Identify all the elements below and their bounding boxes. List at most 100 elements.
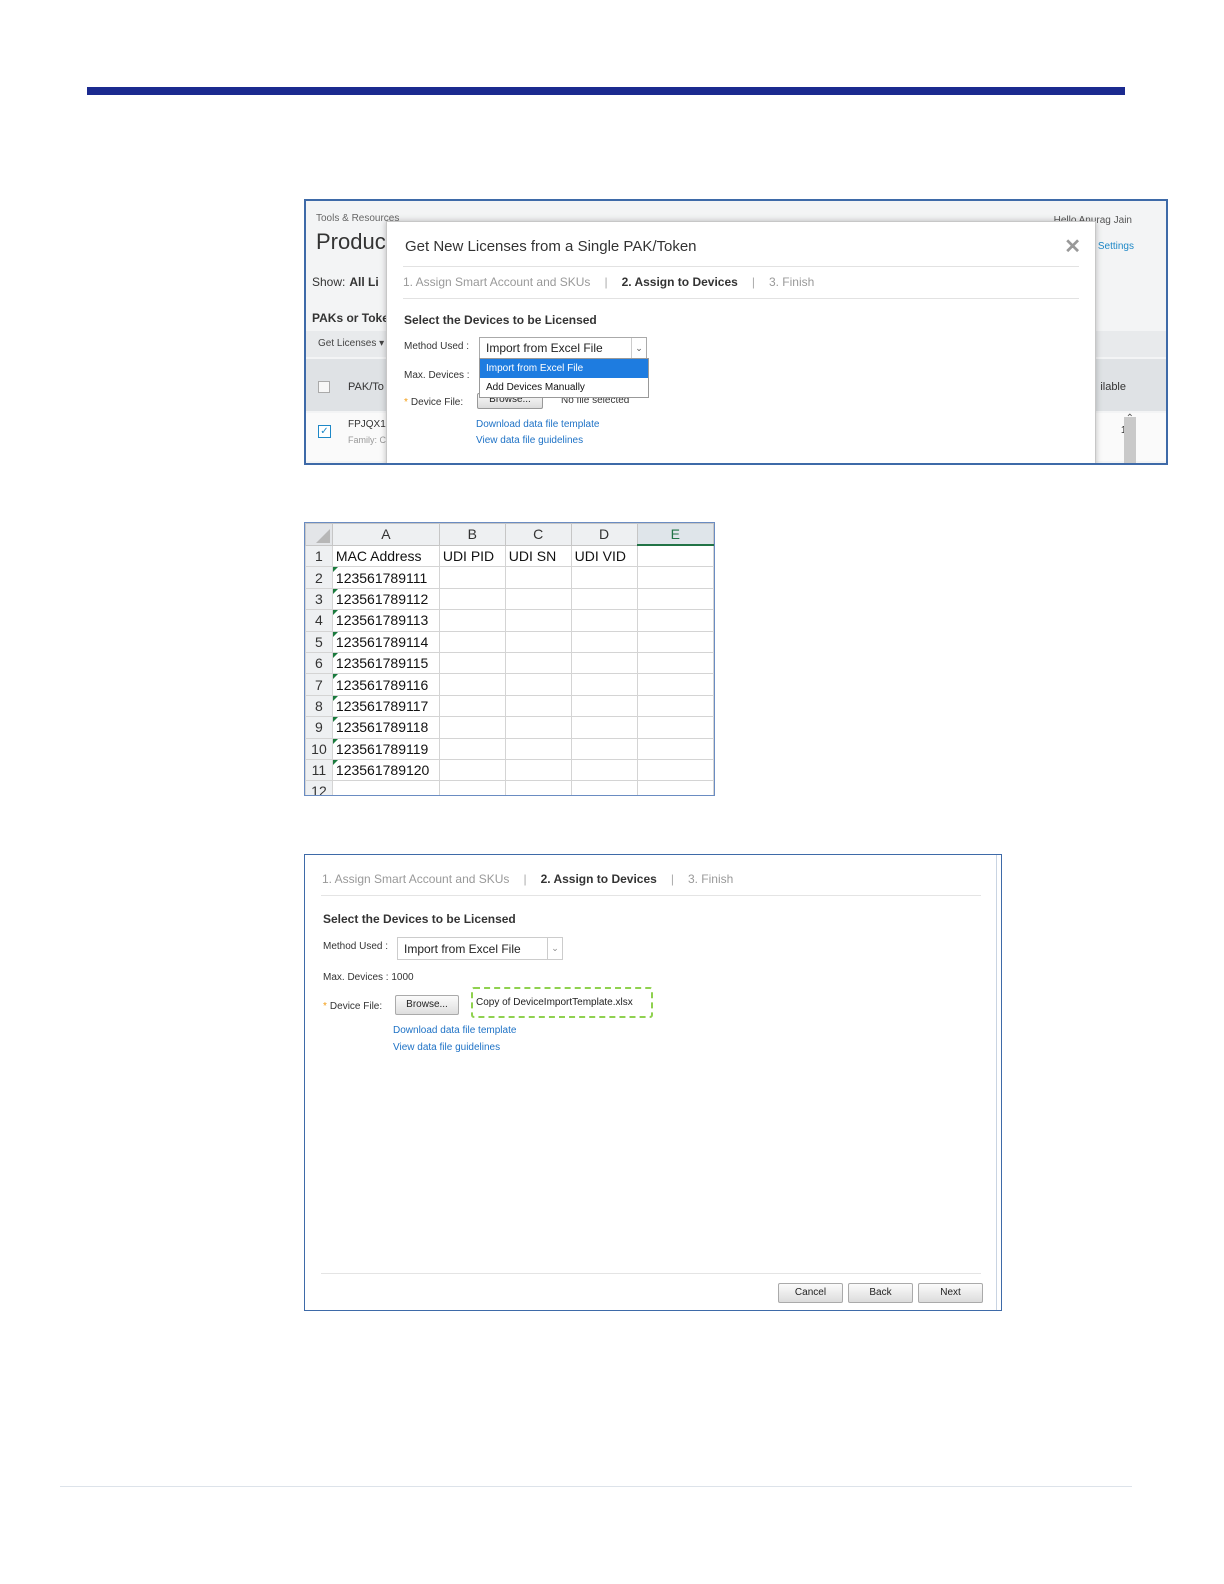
cell[interactable] <box>570 566 638 589</box>
view-guidelines-link[interactable]: View data file guidelines <box>393 1042 500 1053</box>
cell[interactable] <box>438 630 506 653</box>
row-number[interactable]: 12 <box>305 780 333 795</box>
select-all-corner[interactable] <box>305 523 333 546</box>
chevron-down-icon[interactable]: ⌄ <box>631 338 646 358</box>
cell[interactable] <box>438 673 506 696</box>
row-number[interactable]: 4 <box>305 609 333 632</box>
column-header-a[interactable]: A <box>331 523 440 546</box>
cell[interactable] <box>438 694 506 718</box>
cell[interactable] <box>504 673 572 696</box>
cell[interactable] <box>438 716 506 739</box>
cell-mac[interactable]: 123561789117 <box>331 694 440 718</box>
cell[interactable] <box>504 716 572 739</box>
cell-mac[interactable]: 123561789113 <box>331 609 440 632</box>
cell[interactable] <box>636 673 714 696</box>
row-number[interactable]: 7 <box>305 673 333 696</box>
back-button[interactable]: Back <box>848 1283 913 1303</box>
option-add-manually[interactable]: Add Devices Manually <box>480 378 648 397</box>
cell[interactable] <box>636 651 714 675</box>
cell[interactable] <box>636 544 714 568</box>
cell-mac[interactable]: 123561789119 <box>331 737 440 760</box>
cell[interactable] <box>570 587 638 611</box>
cell[interactable] <box>438 566 506 589</box>
cell[interactable] <box>438 780 506 795</box>
cell[interactable] <box>570 694 638 718</box>
column-header-available[interactable]: ilable <box>1100 381 1126 393</box>
cell[interactable] <box>331 780 440 795</box>
row-number[interactable]: 11 <box>305 758 333 782</box>
cell[interactable] <box>636 609 714 632</box>
cell-mac[interactable]: 123561789116 <box>331 673 440 696</box>
download-template-link[interactable]: Download data file template <box>393 1025 516 1036</box>
row-number[interactable]: 10 <box>305 737 333 760</box>
cell[interactable] <box>504 758 572 782</box>
row-pak-id[interactable]: FPJQX1 <box>348 419 386 430</box>
get-licenses-button[interactable]: Get Licenses ▾ <box>318 338 384 349</box>
option-import-excel[interactable]: Import from Excel File <box>480 359 648 378</box>
cell[interactable] <box>504 566 572 589</box>
cell-mac[interactable]: 123561789120 <box>331 758 440 782</box>
row-number[interactable]: 6 <box>305 651 333 675</box>
cancel-button[interactable]: Cancel <box>778 1283 843 1303</box>
cell-header[interactable]: UDI PID <box>438 544 506 568</box>
column-header-b[interactable]: B <box>438 523 506 546</box>
cell[interactable] <box>636 737 714 760</box>
row-number[interactable]: 9 <box>305 716 333 739</box>
cell[interactable] <box>570 758 638 782</box>
download-template-link[interactable]: Download data file template <box>476 419 599 430</box>
column-header-d[interactable]: D <box>570 523 638 546</box>
cell-mac[interactable]: 123561789114 <box>331 630 440 653</box>
close-icon[interactable]: ✕ <box>1064 234 1081 259</box>
next-button[interactable]: Next <box>918 1283 983 1303</box>
cell[interactable] <box>504 737 572 760</box>
row-number[interactable]: 1 <box>305 544 333 568</box>
cell[interactable] <box>570 673 638 696</box>
cell[interactable] <box>570 780 638 795</box>
column-header-c[interactable]: C <box>504 523 572 546</box>
scroll-up-icon[interactable]: ⌃ <box>1126 413 1134 424</box>
cell[interactable] <box>636 630 714 653</box>
cell[interactable] <box>504 694 572 718</box>
cell-header[interactable]: MAC Address <box>331 544 440 568</box>
row-number[interactable]: 8 <box>305 694 333 718</box>
row-number[interactable]: 5 <box>305 630 333 653</box>
cell[interactable] <box>504 630 572 653</box>
cell[interactable] <box>438 758 506 782</box>
view-guidelines-link[interactable]: View data file guidelines <box>476 435 583 446</box>
cell[interactable] <box>570 716 638 739</box>
cell[interactable] <box>504 609 572 632</box>
browse-button[interactable]: Browse... <box>395 995 459 1015</box>
cell[interactable] <box>438 651 506 675</box>
cell[interactable] <box>636 758 714 782</box>
chevron-down-icon[interactable]: ⌄ <box>547 938 562 959</box>
cell[interactable] <box>636 780 714 795</box>
method-select[interactable]: Import from Excel File ⌄ <box>397 937 563 960</box>
cell-mac[interactable]: 123561789115 <box>331 651 440 675</box>
column-header-pak[interactable]: PAK/To <box>348 381 384 393</box>
cell-header[interactable]: UDI VID <box>570 544 638 568</box>
cell[interactable] <box>636 587 714 611</box>
cell[interactable] <box>636 694 714 718</box>
cell[interactable] <box>504 651 572 675</box>
cell[interactable] <box>438 737 506 760</box>
method-select[interactable]: Import from Excel File ⌄ <box>479 337 647 359</box>
cell-header[interactable]: UDI SN <box>504 544 572 568</box>
cell[interactable] <box>504 587 572 611</box>
cell[interactable] <box>570 737 638 760</box>
settings-link[interactable]: Settings <box>1098 241 1134 252</box>
cell[interactable] <box>570 609 638 632</box>
cell[interactable] <box>438 609 506 632</box>
select-all-checkbox[interactable] <box>318 381 330 393</box>
cell[interactable] <box>570 630 638 653</box>
cell-mac[interactable]: 123561789118 <box>331 716 440 739</box>
cell[interactable] <box>570 651 638 675</box>
row-number[interactable]: 3 <box>305 587 333 611</box>
column-header-e[interactable]: E <box>636 523 714 546</box>
show-value[interactable]: All Li <box>349 275 378 289</box>
cell[interactable] <box>504 780 572 795</box>
cell-mac[interactable]: 123561789111 <box>331 566 440 589</box>
show-filter[interactable]: Show: All Li <box>312 275 379 289</box>
cell-mac[interactable]: 123561789112 <box>331 587 440 611</box>
cell[interactable] <box>636 566 714 589</box>
row-number[interactable]: 2 <box>305 566 333 589</box>
